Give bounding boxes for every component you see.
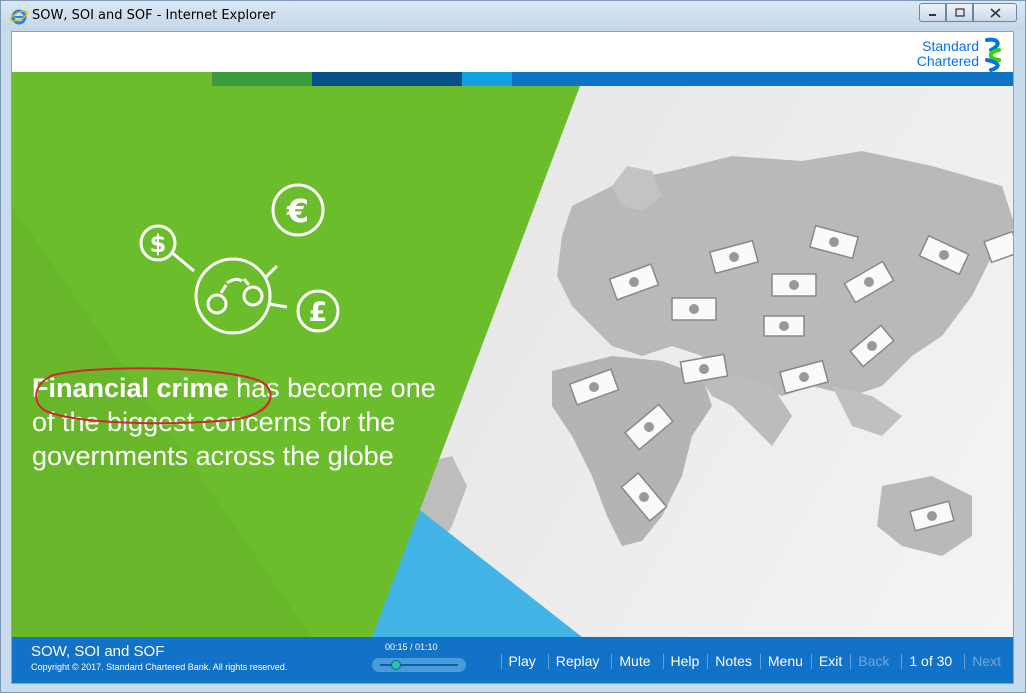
back-button[interactable]: Back (850, 652, 897, 670)
help-button[interactable]: Help (662, 652, 708, 670)
progress-knob[interactable] (391, 660, 402, 670)
close-icon (989, 7, 1001, 18)
page-counter: 1 of 30 (901, 652, 960, 670)
logo-mark-icon (985, 37, 1001, 72)
handcuffs-icon (194, 257, 272, 335)
page-content: Standard Chartered $ € £ Financial crime… (11, 31, 1014, 684)
maximize-button[interactable] (946, 3, 973, 22)
title-bar[interactable]: SOW, SOI and SOF - Internet Explorer (1, 1, 1025, 31)
svg-text:€: € (286, 192, 309, 230)
maximize-icon (954, 8, 965, 17)
exit-button[interactable]: Exit (810, 652, 850, 670)
replay-button[interactable]: Replay (547, 652, 608, 670)
player-footer: SOW, SOI and SOF Copyright © 2017. Stand… (12, 637, 1013, 683)
player-nav: Play Replay Mute Help Notes Menu Exit Ba… (500, 637, 1013, 683)
course-header: Standard Chartered (12, 32, 1013, 72)
slide-area: $ € £ Financial crime has become one of … (12, 86, 1013, 637)
header-stripe-5 (512, 72, 1013, 86)
copyright-text: Copyright © 2017. Standard Chartered Ban… (31, 662, 288, 672)
header-stripe-2 (212, 72, 312, 86)
green-panel (12, 86, 582, 637)
dollar-icon: $ (139, 224, 177, 262)
notes-button[interactable]: Notes (707, 652, 760, 670)
svg-text:$: $ (150, 230, 167, 258)
svg-text:£: £ (309, 297, 328, 328)
logo-line-1: Standard (922, 38, 979, 54)
play-button[interactable]: Play (500, 652, 544, 670)
financial-crime-icons: $ € £ (139, 183, 340, 335)
pound-icon: £ (296, 289, 340, 333)
header-stripe-4 (462, 72, 512, 86)
euro-icon: € (271, 183, 325, 237)
window-controls (919, 3, 1017, 22)
time-display: 00:15 / 01:10 (385, 642, 438, 652)
browser-window: SOW, SOI and SOF - Internet Explorer Sta… (0, 0, 1026, 693)
minimize-button[interactable] (919, 3, 946, 22)
internet-explorer-icon (10, 9, 28, 25)
standard-chartered-logo: Standard Chartered (917, 36, 1007, 72)
minimize-icon (929, 14, 936, 16)
header-stripe-3 (312, 72, 462, 86)
close-button[interactable] (973, 3, 1017, 22)
logo-line-2: Chartered (916, 53, 979, 69)
menu-button[interactable]: Menu (759, 652, 811, 670)
red-annotation-circle (35, 367, 272, 425)
window-title: SOW, SOI and SOF - Internet Explorer (32, 8, 276, 23)
next-button[interactable]: Next (964, 652, 1009, 670)
course-title: SOW, SOI and SOF (31, 643, 165, 660)
mute-button[interactable]: Mute (611, 652, 658, 670)
header-stripe-1 (12, 72, 212, 86)
progress-bar[interactable] (372, 658, 466, 672)
